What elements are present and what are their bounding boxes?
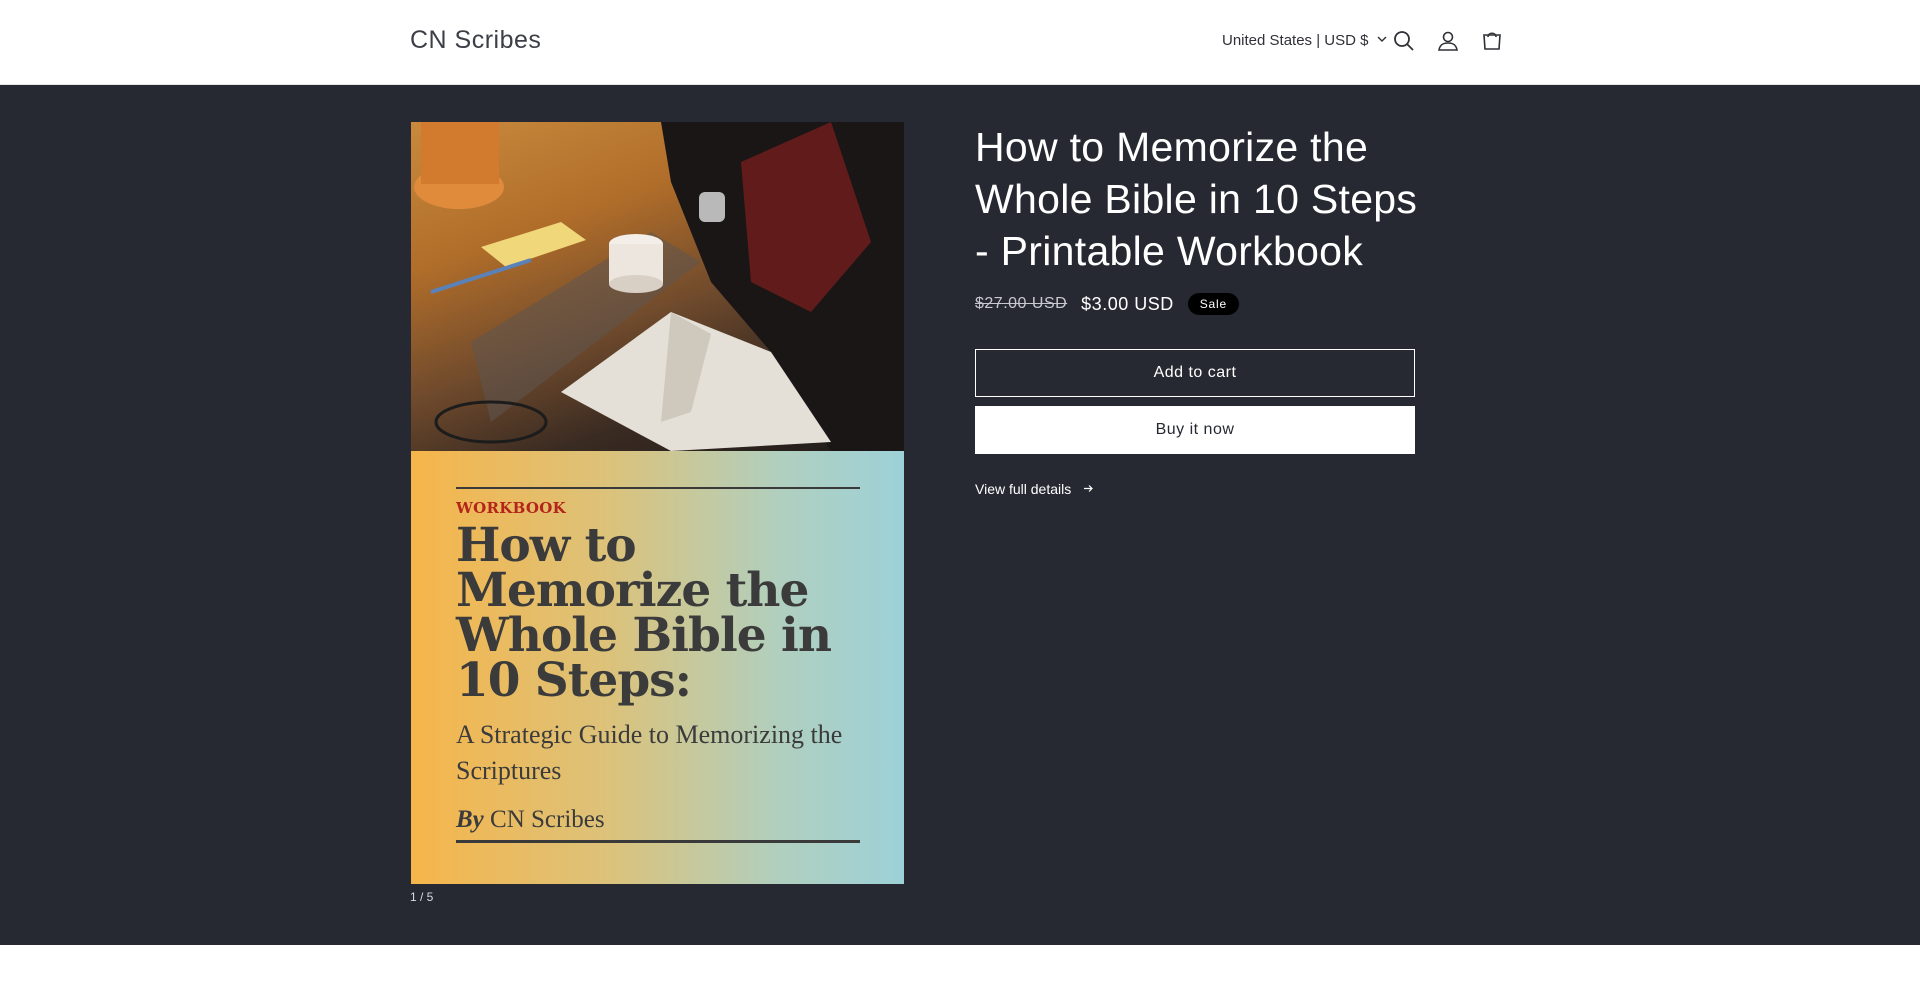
view-details-label: View full details (975, 481, 1072, 497)
product-section: WORKBOOK How to Memorize the Whole Bible… (0, 85, 1920, 945)
chevron-down-icon (1376, 32, 1388, 49)
view-full-details-link[interactable]: View full details (975, 481, 1094, 497)
cover-rule-top (456, 487, 860, 489)
account-button[interactable] (1435, 28, 1461, 54)
cart-button[interactable] (1479, 28, 1505, 54)
cover-title: How to Memorize the Whole Bible in 10 St… (456, 518, 832, 708)
sale-badge: Sale (1187, 293, 1239, 315)
price-regular: $27.00 USD (975, 295, 1068, 312)
cover-rule-bottom (456, 840, 860, 843)
product-photo (411, 122, 904, 451)
book-cover: WORKBOOK How to Memorize the Whole Bible… (411, 451, 904, 884)
site-header: CN Scribes United States | USD $ (0, 0, 1920, 85)
cover-author: By CN Scribes (456, 806, 605, 834)
cover-author-name: CN Scribes (490, 806, 605, 833)
search-icon (1391, 31, 1417, 58)
cover-author-prefix: By (456, 806, 484, 833)
store-logo[interactable]: CN Scribes (410, 26, 541, 55)
account-icon (1435, 31, 1461, 58)
product-title: How to Memorize the Whole Bible in 10 St… (975, 124, 1418, 274)
product-media[interactable]: WORKBOOK How to Memorize the Whole Bible… (411, 122, 904, 884)
locale-label: United States | USD $ (1222, 32, 1369, 49)
arrow-right-icon (1083, 481, 1094, 497)
price-row: $27.00 USD $3.00 USD Sale (975, 293, 1239, 315)
buy-now-button[interactable]: Buy it now (975, 406, 1415, 454)
cart-icon (1479, 32, 1505, 58)
media-counter: 1 / 5 (410, 890, 434, 904)
price-sale: $3.00 USD (1081, 293, 1174, 314)
product-photo-illustration (414, 122, 904, 451)
search-button[interactable] (1391, 28, 1417, 54)
locale-selector[interactable]: United States | USD $ (1222, 32, 1388, 49)
cover-kicker: WORKBOOK (456, 499, 566, 517)
cover-subtitle: A Strategic Guide to Memorizing the Scri… (456, 720, 843, 785)
add-to-cart-button[interactable]: Add to cart (975, 349, 1415, 397)
